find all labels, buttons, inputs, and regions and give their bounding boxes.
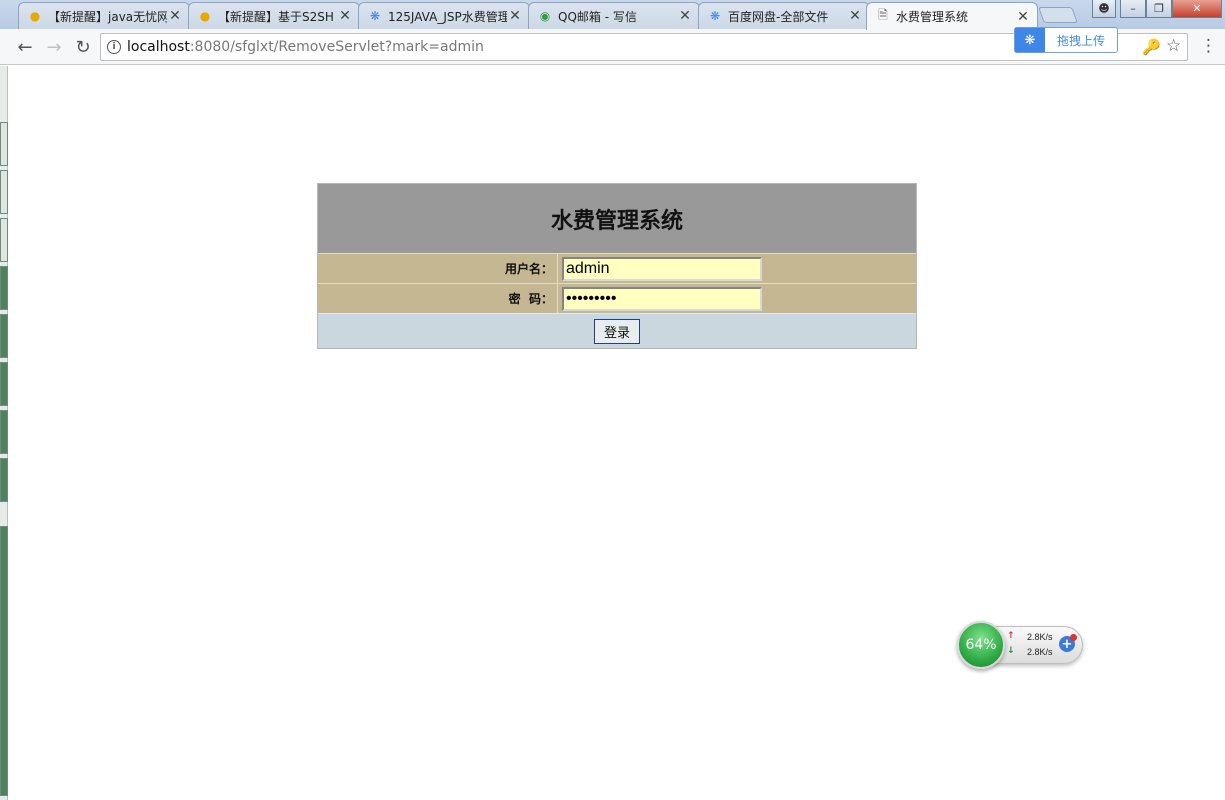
tab-baidu-125java[interactable]: ❋ 125JAVA_JSP水费管理 ✕	[358, 2, 530, 29]
baidu-cloud-icon: ❋	[709, 9, 721, 23]
network-monitor-widget[interactable]: 64% ↑ 2.8K/s ↓ 2.8K/s +	[955, 620, 1085, 670]
reload-icon[interactable]: ↻	[72, 36, 94, 58]
close-icon[interactable]: ✕	[507, 8, 523, 24]
tab-title: 百度网盘-全部文件	[728, 9, 829, 24]
side-segment	[0, 526, 8, 796]
tab-baidu-pan[interactable]: ❋ 百度网盘-全部文件 ✕	[698, 2, 870, 29]
side-segment	[0, 410, 8, 454]
tab-water-fee-system[interactable]: 🗎 水费管理系统 ✕	[866, 2, 1038, 30]
tab-s2sh-forum[interactable]: ● 【新提醒】基于S2SH ✕	[188, 2, 360, 29]
login-button[interactable]: 登录	[593, 318, 640, 344]
page-title: 水费管理系统	[318, 184, 916, 253]
star-icon[interactable]: ☆	[1166, 36, 1181, 56]
tab-title: QQ邮箱 - 写信	[558, 9, 637, 24]
side-segment	[0, 170, 8, 214]
minimize-icon[interactable]: –	[1120, 0, 1146, 18]
tab-title: 125JAVA_JSP水费管理	[388, 9, 507, 24]
info-icon[interactable]: i	[107, 40, 121, 54]
close-icon[interactable]: ✕	[847, 8, 863, 24]
window-close-icon[interactable]: ✕	[1172, 0, 1222, 18]
side-segment	[0, 314, 8, 358]
address-host: localhost	[127, 39, 190, 55]
tab-title: 【新提醒】java无忧网	[48, 9, 167, 24]
username-input[interactable]	[562, 256, 762, 281]
side-segment	[0, 266, 8, 310]
download-rate: 2.8K/s	[1027, 647, 1053, 657]
key-icon[interactable]: 🔑	[1142, 38, 1161, 56]
tab-qq-mail[interactable]: ◉ QQ邮箱 - 写信 ✕	[528, 2, 700, 29]
username-label: 用户名：	[318, 254, 558, 283]
username-row: 用户名：	[318, 253, 916, 283]
chrome-icon: ◉	[539, 9, 551, 23]
baidu-cloud-icon: ❋	[369, 9, 381, 23]
download-arrow-icon: ↓	[1007, 646, 1015, 656]
page-icon: 🗎	[878, 8, 888, 22]
back-arrow-icon[interactable]: ←	[14, 36, 36, 58]
form-footer: 登录	[318, 313, 916, 348]
baidu-cloud-icon: ❋	[1015, 28, 1045, 52]
forward-arrow-icon: →	[46, 36, 62, 58]
tab-java-forum[interactable]: ● 【新提醒】java无忧网 ✕	[18, 2, 190, 29]
close-icon[interactable]: ✕	[1015, 9, 1031, 25]
password-label: 密 码：	[318, 284, 558, 313]
side-segment	[0, 458, 8, 502]
chat-bubble-icon: ●	[29, 9, 41, 23]
user-profile-icon[interactable]: ☻	[1092, 0, 1116, 18]
desktop-side-strip	[0, 66, 8, 800]
new-tab-button[interactable]	[1038, 7, 1078, 23]
login-form: 水费管理系统 用户名： 密 码： 登录	[317, 183, 917, 349]
close-icon[interactable]: ✕	[167, 8, 183, 24]
usage-gauge[interactable]: 64%	[957, 621, 1005, 669]
upload-rate: 2.8K/s	[1027, 632, 1053, 642]
side-segment	[0, 218, 8, 262]
upload-label: 拖拽上传	[1057, 33, 1106, 48]
address-path: :8080/sfglxt/RemoveServlet?mark=admin	[189, 39, 484, 55]
side-segment	[0, 362, 8, 406]
menu-icon[interactable]: ⋮	[1200, 36, 1217, 56]
password-input[interactable]	[562, 286, 762, 311]
close-icon[interactable]: ✕	[337, 8, 353, 24]
tab-title: 【新提醒】基于S2SH	[218, 9, 334, 24]
side-segment	[0, 122, 8, 166]
tab-strip: ● 【新提醒】java无忧网 ✕ ● 【新提醒】基于S2SH ✕ ❋ 125JA…	[0, 0, 1225, 30]
notification-dot	[1070, 634, 1077, 641]
tab-title: 水费管理系统	[896, 10, 969, 24]
upload-arrow-icon: ↑	[1007, 631, 1015, 641]
chat-bubble-icon: ●	[199, 9, 211, 23]
drag-upload-button[interactable]: ❋ 拖拽上传	[1014, 27, 1118, 53]
close-icon[interactable]: ✕	[677, 8, 693, 24]
password-row: 密 码：	[318, 283, 916, 313]
restore-icon[interactable]: ❐	[1146, 0, 1172, 18]
